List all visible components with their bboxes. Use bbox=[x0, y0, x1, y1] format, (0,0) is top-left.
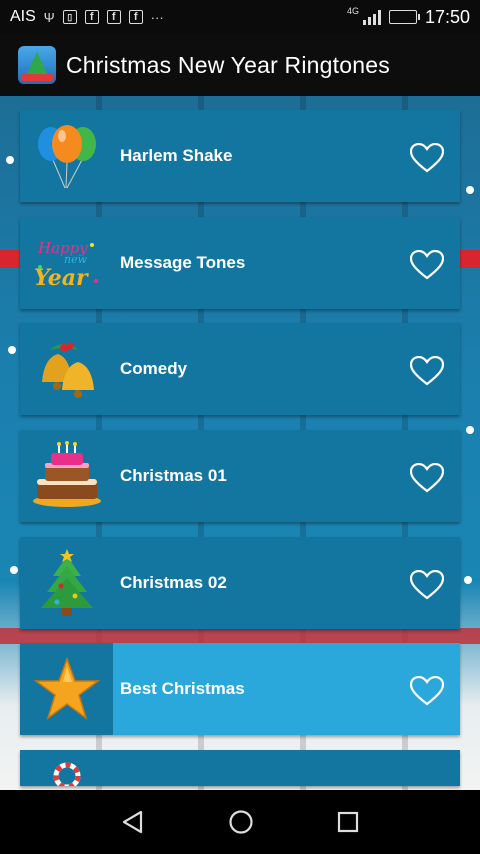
favorite-heart-icon[interactable] bbox=[410, 356, 444, 386]
favorite-heart-icon[interactable] bbox=[410, 249, 444, 280]
ringtone-item[interactable] bbox=[20, 750, 460, 787]
ringtone-item[interactable]: Christmas 02 bbox=[20, 536, 460, 629]
favorite-heart-icon[interactable] bbox=[410, 463, 444, 493]
ringtone-item-selected[interactable]: Best Christmas bbox=[20, 643, 460, 736]
back-icon[interactable] bbox=[121, 810, 145, 834]
ringtone-label: Harlem Shake bbox=[120, 146, 233, 165]
signal-icon bbox=[362, 9, 381, 25]
app-tree-icon bbox=[18, 46, 56, 84]
system-nav-bar bbox=[0, 790, 480, 854]
status-bar: AIS Ψ ▯ f f f ··· 4G 17:50 bbox=[0, 0, 480, 34]
balloons-icon bbox=[20, 110, 113, 202]
ringtone-item[interactable]: Comedy bbox=[20, 323, 460, 416]
facebook-icon: f bbox=[106, 10, 121, 24]
svg-text:Year: Year bbox=[34, 265, 89, 291]
ringtone-label: Comedy bbox=[120, 359, 188, 379]
favorite-heart-icon[interactable] bbox=[410, 143, 444, 173]
bells-icon bbox=[20, 323, 113, 415]
ringtone-label: Message Tones bbox=[120, 252, 246, 272]
facebook-icon: f bbox=[128, 10, 143, 24]
cake-icon bbox=[20, 430, 113, 522]
snowflake bbox=[10, 566, 18, 574]
sim-icon: ▯ bbox=[62, 10, 77, 24]
usb-icon: Ψ bbox=[43, 9, 55, 25]
clock: 17:50 bbox=[424, 6, 470, 27]
ringtone-list: Harlem Shake Happy new Year Message Tone… bbox=[20, 110, 460, 790]
snowflake bbox=[466, 426, 474, 434]
ringtone-label: Christmas 01 bbox=[120, 466, 227, 486]
happy-new-year-icon: Happy new Year bbox=[20, 217, 113, 309]
overflow-dots: ··· bbox=[150, 9, 164, 25]
ringtone-item[interactable]: Happy new Year Message Tones bbox=[20, 216, 460, 309]
snowflake bbox=[466, 186, 474, 194]
home-icon[interactable] bbox=[228, 809, 254, 835]
favorite-heart-icon[interactable] bbox=[410, 676, 444, 706]
candy-cane-icon bbox=[20, 750, 113, 787]
star-icon bbox=[20, 643, 113, 736]
recents-icon[interactable] bbox=[337, 811, 359, 833]
ringtone-label: Christmas 02 bbox=[120, 572, 227, 592]
ringtone-label: Best Christmas bbox=[120, 679, 245, 699]
facebook-icon: f bbox=[84, 10, 99, 24]
ringtone-item[interactable]: Christmas 01 bbox=[20, 430, 460, 523]
app-title: Christmas New Year Ringtones bbox=[66, 51, 390, 78]
network-type-label: 4G bbox=[346, 6, 359, 16]
snowflake bbox=[6, 156, 14, 164]
snowflake bbox=[8, 346, 16, 354]
favorite-heart-icon[interactable] bbox=[410, 569, 444, 600]
ringtone-item[interactable]: Harlem Shake bbox=[20, 110, 460, 202]
app-bar: Christmas New Year Ringtones bbox=[0, 34, 480, 96]
battery-icon bbox=[388, 10, 420, 24]
carrier-label: AIS bbox=[10, 8, 36, 25]
christmas-tree-icon bbox=[20, 537, 113, 629]
ringtone-list-area[interactable]: Harlem Shake Happy new Year Message Tone… bbox=[0, 96, 480, 790]
snowflake bbox=[464, 576, 472, 584]
